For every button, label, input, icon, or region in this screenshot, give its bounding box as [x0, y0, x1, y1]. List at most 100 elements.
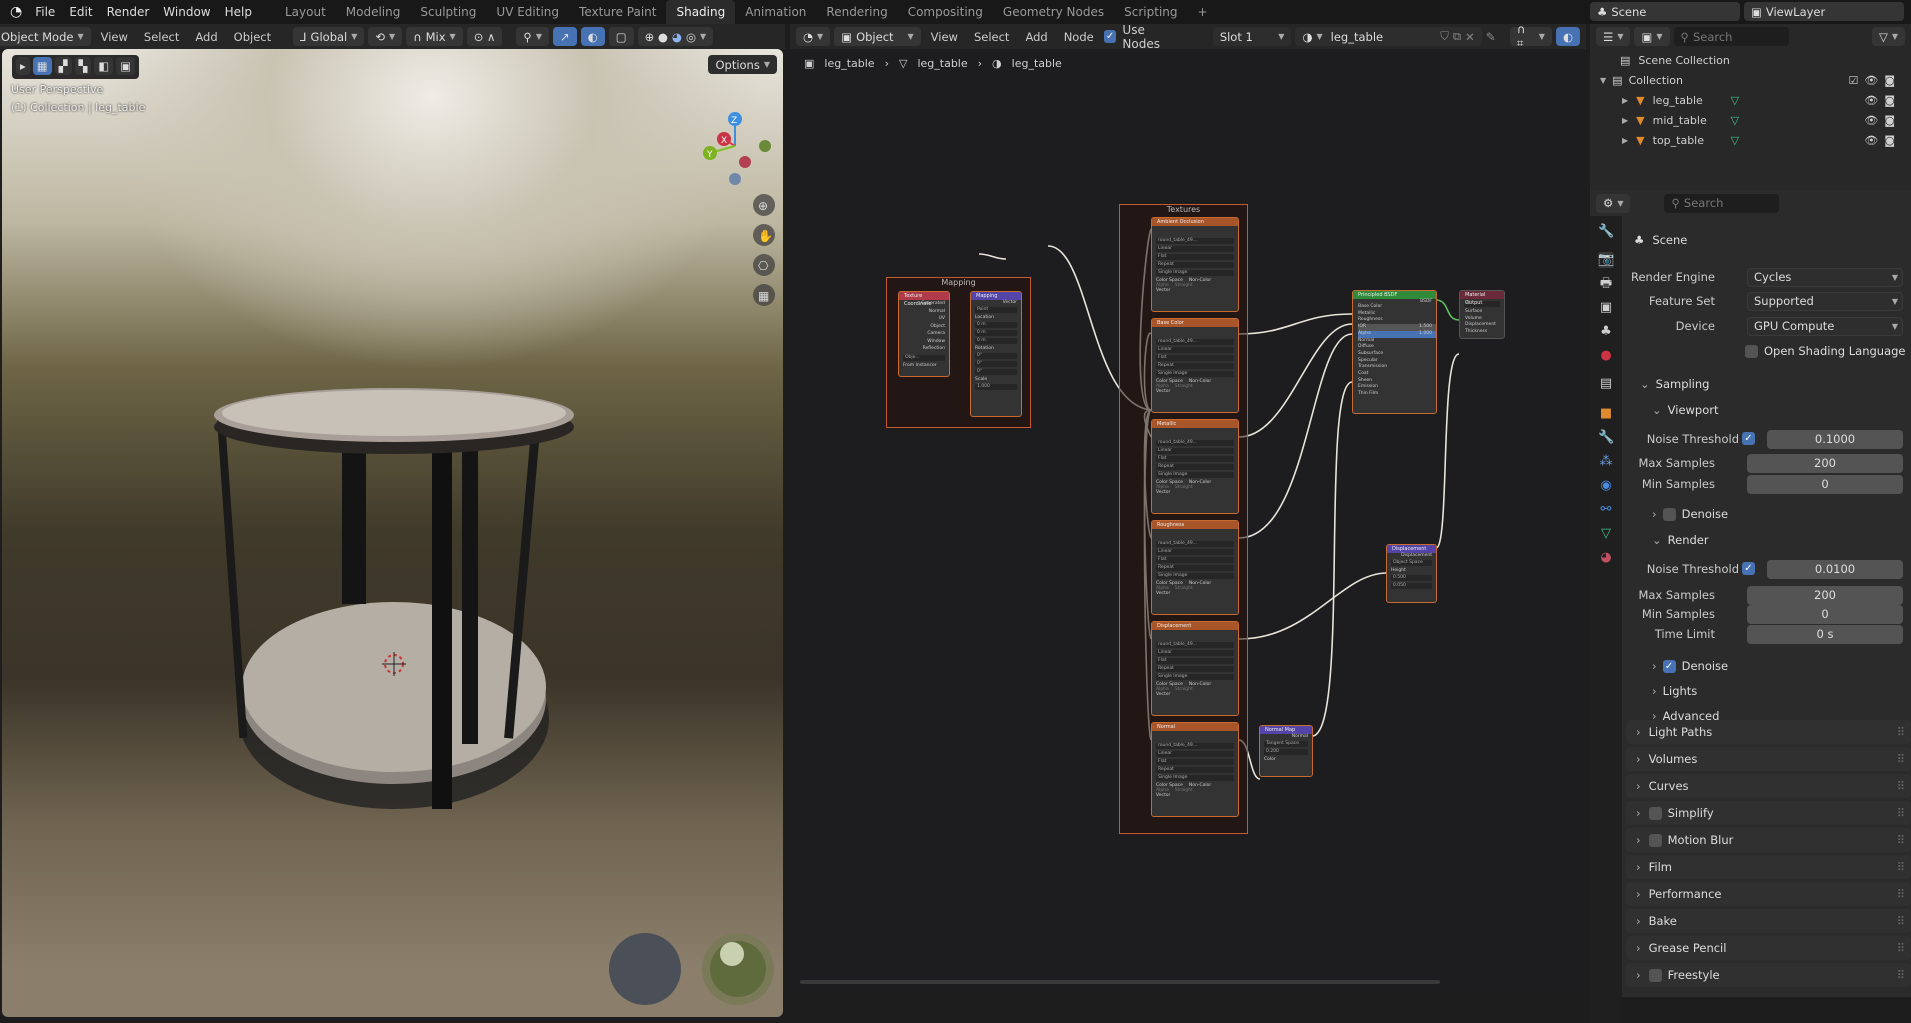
editor-type-dropdown[interactable]: ⚙ ▼ [1596, 193, 1631, 213]
texture-option[interactable]: Flat [1156, 254, 1234, 260]
bsdf-input[interactable]: Thin Film [1358, 391, 1436, 398]
expand-icon[interactable]: ▶ [1622, 96, 1628, 105]
texture-option[interactable]: Flat [1156, 557, 1234, 563]
texture-option[interactable]: Single Image [1156, 270, 1234, 276]
texture-option[interactable]: Linear [1156, 751, 1234, 757]
shader-node-editor[interactable]: ◔ ▼ ▣ Object ▼ View Select Add Node ✓ Use No… [790, 22, 1586, 992]
camera-view-icon[interactable]: ⎔ [753, 254, 775, 276]
world-tab-icon[interactable]: ● [1598, 348, 1614, 364]
outliner-object-row[interactable]: ▶ ▼ leg_table ▽ 👁◙ [1610, 94, 1911, 107]
rotation-z[interactable]: 0° [975, 369, 1017, 375]
subpanel-header[interactable]: › Lights [1652, 681, 1911, 701]
bsdf-input[interactable]: IOR 1.500 [1358, 324, 1436, 331]
drag-handle-icon[interactable]: ⠿ [1897, 806, 1905, 820]
viewport-menu-select[interactable]: Select [138, 30, 185, 44]
workspace-tab[interactable]: Texture Paint [569, 0, 666, 24]
viewport-menu-add[interactable]: Add [189, 30, 223, 44]
bsdf-input[interactable]: Diffuse [1358, 344, 1436, 351]
gizmo-toggle[interactable]: ↗ [553, 27, 577, 46]
mesh-data-icon[interactable]: ▽ [1731, 134, 1739, 147]
property-field[interactable]: 0.1000 [1767, 429, 1903, 449]
expand-icon[interactable]: ▶ [1622, 136, 1628, 145]
open[interactable]: ⌄ Render [1652, 530, 1911, 550]
outliner-object-row[interactable]: ▶ ▼ mid_table ▽ 👁◙ [1610, 114, 1911, 127]
displacement-node[interactable]: Displacement Displacement Object Space H… [1386, 544, 1437, 603]
collection-tab-icon[interactable]: ▤ [1598, 376, 1614, 392]
constraints-tab-icon[interactable]: ⚯ [1598, 502, 1614, 518]
bsdf-input[interactable]: Transmission [1358, 364, 1436, 371]
checkbox[interactable]: ✓ [1662, 659, 1676, 673]
mapping-node[interactable]: Mapping Vector Point Location 0 m 0 m 0 … [970, 291, 1022, 417]
image-texture-node[interactable]: Metallic round_table_49... Linear Flat Repea… [1151, 419, 1239, 514]
horizontal-scrollbar[interactable] [800, 980, 1440, 984]
viewport-canvas[interactable]: ▸ ▦ ▞ ▚ ◧ ▣ Options ▼ User Perspective (1… [2, 49, 783, 1017]
mode-dropdown[interactable]: Object Mode ▼ [0, 27, 91, 46]
shading-modes[interactable]: ⊕ ● ◕ ◎ ▼ [637, 27, 714, 46]
texture-coordinate-node[interactable]: Texture Coordinate Generated Normal UV Obje… [898, 291, 950, 377]
outliner[interactable]: ☰ ▼ ▣ ▼ ⚲ Search ▽ ▼ ▤ Scene Collection ▼ ▤ Col… [1590, 24, 1911, 190]
texture-option[interactable]: Linear [1156, 650, 1234, 656]
visibility-toggles[interactable]: ☑👁◙ [1849, 74, 1902, 87]
panel-header[interactable]: › Light Paths ⠿ [1626, 720, 1911, 744]
osl-checkbox[interactable]: Open Shading Language [1745, 341, 1911, 361]
texture-option[interactable]: Single Image [1156, 775, 1234, 781]
property-field[interactable]: 0 [1747, 474, 1903, 494]
space-dropdown[interactable]: Object Space [1391, 560, 1432, 566]
location-z[interactable]: 0 m [975, 338, 1017, 344]
proportional-edit-button[interactable]: ⊙ ∧ [466, 27, 503, 46]
expand-icon[interactable]: ▶ [1622, 116, 1628, 125]
workspace-tab[interactable]: Shading [666, 0, 736, 24]
texture-option[interactable]: Linear [1156, 448, 1234, 454]
drag-handle-icon[interactable]: ⠿ [1897, 914, 1905, 928]
texture-option[interactable]: Repeat [1156, 767, 1234, 773]
bsdf-input[interactable]: Subsurface [1358, 351, 1436, 358]
overlay-toggle[interactable]: ◐ [580, 27, 605, 46]
location-y[interactable]: 0 m [975, 330, 1017, 336]
scene-field[interactable]: ♣ Scene [1590, 2, 1740, 21]
principled-bsdf-node[interactable]: Principled BSDF BSDF Base Color Metallic R… [1352, 290, 1437, 414]
bsdf-input[interactable]: Base Color [1358, 304, 1436, 311]
workspace-tab[interactable]: Scripting [1114, 0, 1187, 24]
panel-header[interactable]: › Bake ⠿ [1626, 909, 1911, 933]
image-texture-node[interactable]: Roughness round_table_49... Linear Flat Repe… [1151, 520, 1239, 615]
menu-edit[interactable]: Edit [62, 5, 99, 19]
visibility-dropdown[interactable]: ⚲ ▼ [516, 27, 550, 46]
drag-handle-icon[interactable]: ⠿ [1897, 968, 1905, 982]
midlevel-field[interactable]: 0.500 [1391, 575, 1432, 581]
from-instancer-checkbox[interactable]: From Instancer [899, 363, 949, 368]
texture-option[interactable]: Repeat [1156, 262, 1234, 268]
image-selector[interactable]: round_table_49... [1156, 743, 1234, 749]
panel-header[interactable]: › Grease Pencil ⠿ [1626, 936, 1911, 960]
3d-viewport[interactable]: Object Mode ▼ View Select Add Object ⅃ Glo… [0, 24, 785, 1017]
drag-handle-icon[interactable]: ⠿ [1897, 833, 1905, 847]
texture-option[interactable]: Repeat [1156, 464, 1234, 470]
visibility-toggles[interactable]: 👁◙ [1864, 94, 1901, 107]
workspace-tab[interactable]: Layout [275, 0, 336, 24]
panel-header[interactable]: › Curves ⠿ [1626, 774, 1911, 798]
data-tab-icon[interactable]: ▽ [1598, 526, 1614, 542]
strength-field[interactable]: 0.200 [1264, 749, 1308, 755]
drag-handle-icon[interactable]: ⠿ [1897, 941, 1905, 955]
noise-threshold-checkbox[interactable]: ✓ [1742, 432, 1755, 445]
panel-header[interactable]: › Performance ⠿ [1626, 882, 1911, 906]
property-field[interactable]: 0.0100 [1767, 559, 1903, 579]
texture-option[interactable]: Repeat [1156, 363, 1234, 369]
properties-editor[interactable]: ⚙ ▼ ⚲ Search 🔧 📷 🖶 ▣ ♣ ● ▤ ■ 🔧 ⁂ ◉ ⚯ ▽ ◕ ♣… [1590, 190, 1911, 1023]
pan-hand-icon[interactable]: ✋ [753, 224, 775, 246]
property-field[interactable]: 0 s [1747, 624, 1903, 644]
panel-checkbox[interactable] [1648, 833, 1662, 847]
outliner-object-row[interactable]: ▶ ▼ top_table ▽ 👁◙ [1610, 134, 1911, 147]
bsdf-input[interactable]: Alpha 1.000 [1358, 330, 1436, 338]
scale-x[interactable]: 1.000 [975, 384, 1017, 390]
menu-help[interactable]: Help [218, 5, 259, 19]
panel-header[interactable]: › Volumes ⠿ [1626, 747, 1911, 771]
filter-dropdown[interactable]: ▽ ▼ [1871, 27, 1905, 46]
mesh-data-icon[interactable]: ▽ [1731, 94, 1739, 107]
viewport-menu-object[interactable]: Object [228, 30, 277, 44]
property-field[interactable]: 200 [1747, 453, 1903, 473]
blender-logo-icon[interactable]: ◔ [0, 4, 28, 20]
property-field[interactable]: Cycles ▼ [1747, 267, 1903, 287]
drag-handle-icon[interactable]: ⠿ [1897, 752, 1905, 766]
material-output-node[interactable]: Material Output All Surface Volume Displac… [1459, 290, 1505, 339]
outliner-scene-collection[interactable]: ▤ Scene Collection [1620, 54, 1730, 67]
